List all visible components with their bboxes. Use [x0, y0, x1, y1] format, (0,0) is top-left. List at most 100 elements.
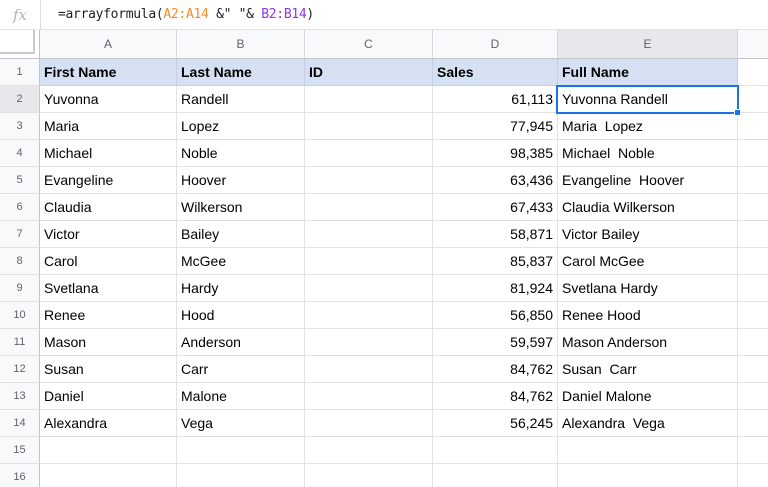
cell-F14[interactable] [738, 410, 768, 437]
cell-C14[interactable] [305, 410, 433, 437]
cell-A14[interactable]: Alexandra [40, 410, 177, 437]
cell-F13[interactable] [738, 383, 768, 410]
cell-E12[interactable]: Susan Carr [558, 356, 738, 383]
cell-C15[interactable] [305, 437, 433, 464]
cell-B14[interactable]: Vega [177, 410, 305, 437]
cell-A7[interactable]: Victor [40, 221, 177, 248]
cell-F7[interactable] [738, 221, 768, 248]
cell-C11[interactable] [305, 329, 433, 356]
cell-B11[interactable]: Anderson [177, 329, 305, 356]
column-header-D[interactable]: D [433, 30, 558, 58]
cell-A11[interactable]: Mason [40, 329, 177, 356]
cell-A10[interactable]: Renee [40, 302, 177, 329]
cell-E3[interactable]: Maria Lopez [558, 113, 738, 140]
row-header-4[interactable]: 4 [0, 140, 40, 167]
row-header-12[interactable]: 12 [0, 356, 40, 383]
cell-A12[interactable]: Susan [40, 356, 177, 383]
row-header-9[interactable]: 9 [0, 275, 40, 302]
cell-F1[interactable] [738, 59, 768, 86]
column-header-C[interactable]: C [305, 30, 433, 58]
cell-C3[interactable] [305, 113, 433, 140]
cell-B8[interactable]: McGee [177, 248, 305, 275]
row-header-1[interactable]: 1 [0, 59, 40, 86]
cell-F16[interactable] [738, 464, 768, 487]
row-header-15[interactable]: 15 [0, 437, 40, 464]
cell-F5[interactable] [738, 167, 768, 194]
column-header-A[interactable]: A [40, 30, 177, 58]
row-header-16[interactable]: 16 [0, 464, 40, 487]
cell-C16[interactable] [305, 464, 433, 487]
cell-B6[interactable]: Wilkerson [177, 194, 305, 221]
cell-B9[interactable]: Hardy [177, 275, 305, 302]
cell-A3[interactable]: Maria [40, 113, 177, 140]
cell-E10[interactable]: Renee Hood [558, 302, 738, 329]
cell-C5[interactable] [305, 167, 433, 194]
cell-E13[interactable]: Daniel Malone [558, 383, 738, 410]
column-header-E[interactable]: E [558, 30, 738, 58]
row-header-14[interactable]: 14 [0, 410, 40, 437]
cell-E2[interactable]: Yuvonna Randell [558, 86, 738, 113]
cell-B13[interactable]: Malone [177, 383, 305, 410]
cell-F4[interactable] [738, 140, 768, 167]
cell-E7[interactable]: Victor Bailey [558, 221, 738, 248]
column-header-F-partial[interactable] [738, 30, 768, 58]
cell-F11[interactable] [738, 329, 768, 356]
cell-C8[interactable] [305, 248, 433, 275]
cell-F9[interactable] [738, 275, 768, 302]
cell-B2[interactable]: Randell [177, 86, 305, 113]
cell-E4[interactable]: Michael Noble [558, 140, 738, 167]
cell-E14[interactable]: Alexandra Vega [558, 410, 738, 437]
cell-D6[interactable]: 67,433 [433, 194, 558, 221]
row-header-13[interactable]: 13 [0, 383, 40, 410]
cell-E1[interactable]: Full Name [558, 59, 738, 86]
cell-C12[interactable] [305, 356, 433, 383]
cell-B3[interactable]: Lopez [177, 113, 305, 140]
cell-C10[interactable] [305, 302, 433, 329]
cell-A15[interactable] [40, 437, 177, 464]
cell-B1[interactable]: Last Name [177, 59, 305, 86]
cell-D3[interactable]: 77,945 [433, 113, 558, 140]
cell-F8[interactable] [738, 248, 768, 275]
select-all-corner[interactable] [0, 30, 40, 58]
cell-C9[interactable] [305, 275, 433, 302]
cell-E15[interactable] [558, 437, 738, 464]
cell-F2[interactable] [738, 86, 768, 113]
column-header-B[interactable]: B [177, 30, 305, 58]
cell-E6[interactable]: Claudia Wilkerson [558, 194, 738, 221]
cell-D1[interactable]: Sales [433, 59, 558, 86]
cell-D4[interactable]: 98,385 [433, 140, 558, 167]
row-header-7[interactable]: 7 [0, 221, 40, 248]
cell-C6[interactable] [305, 194, 433, 221]
cell-E16[interactable] [558, 464, 738, 487]
cell-D14[interactable]: 56,245 [433, 410, 558, 437]
cell-A13[interactable]: Daniel [40, 383, 177, 410]
cell-F6[interactable] [738, 194, 768, 221]
cell-A1[interactable]: First Name [40, 59, 177, 86]
cell-C4[interactable] [305, 140, 433, 167]
cell-D15[interactable] [433, 437, 558, 464]
fill-handle[interactable] [734, 109, 741, 116]
cell-C7[interactable] [305, 221, 433, 248]
row-header-8[interactable]: 8 [0, 248, 40, 275]
cell-D10[interactable]: 56,850 [433, 302, 558, 329]
cell-E9[interactable]: Svetlana Hardy [558, 275, 738, 302]
cell-E8[interactable]: Carol McGee [558, 248, 738, 275]
row-header-11[interactable]: 11 [0, 329, 40, 356]
cell-D16[interactable] [433, 464, 558, 487]
cell-E5[interactable]: Evangeline Hoover [558, 167, 738, 194]
row-header-6[interactable]: 6 [0, 194, 40, 221]
cell-D13[interactable]: 84,762 [433, 383, 558, 410]
cell-B12[interactable]: Carr [177, 356, 305, 383]
cell-F12[interactable] [738, 356, 768, 383]
cell-D7[interactable]: 58,871 [433, 221, 558, 248]
row-header-10[interactable]: 10 [0, 302, 40, 329]
cell-B5[interactable]: Hoover [177, 167, 305, 194]
cell-B15[interactable] [177, 437, 305, 464]
cell-D5[interactable]: 63,436 [433, 167, 558, 194]
cell-B16[interactable] [177, 464, 305, 487]
cell-A16[interactable] [40, 464, 177, 487]
cell-F10[interactable] [738, 302, 768, 329]
cell-B10[interactable]: Hood [177, 302, 305, 329]
cell-B7[interactable]: Bailey [177, 221, 305, 248]
cell-A2[interactable]: Yuvonna [40, 86, 177, 113]
